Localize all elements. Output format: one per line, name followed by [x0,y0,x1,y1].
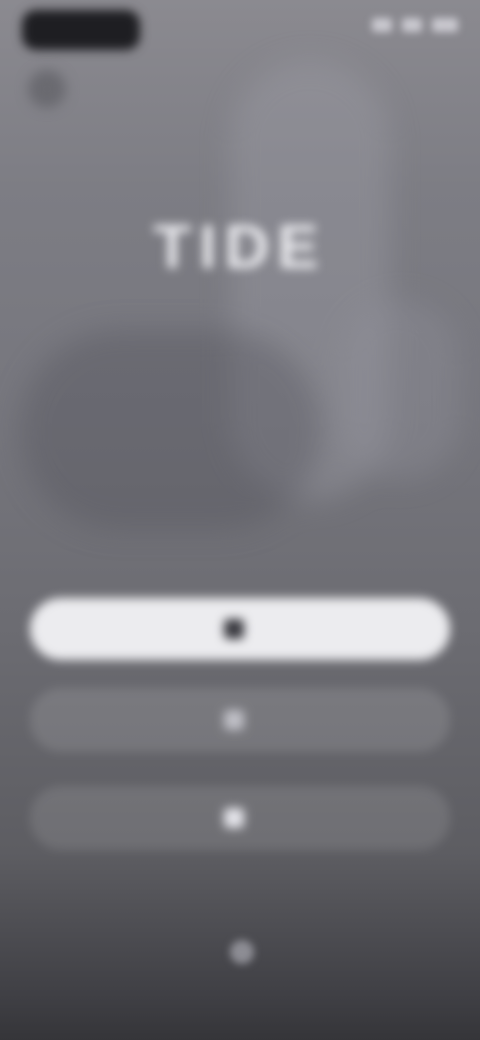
mail-icon [224,808,244,828]
footer-text [262,948,432,956]
login-screen: TIDE [0,0,480,1040]
status-bar [0,0,480,64]
background-shadow [20,330,320,530]
google-icon [224,710,244,730]
battery-icon [432,18,458,32]
status-icons [372,18,458,32]
background-highlight [340,300,460,480]
language-selector[interactable] [230,940,432,964]
continue-with-apple-button[interactable] [30,598,450,660]
apple-icon [224,619,244,639]
globe-icon [230,940,254,964]
wifi-icon [402,18,422,32]
signal-icon [372,18,392,32]
continue-with-email-button[interactable] [30,786,450,850]
app-logo: TIDE [153,213,327,282]
background-blur [0,0,480,1040]
profile-icon[interactable] [28,70,66,108]
continue-with-google-button[interactable] [30,688,450,752]
status-time [22,10,140,50]
